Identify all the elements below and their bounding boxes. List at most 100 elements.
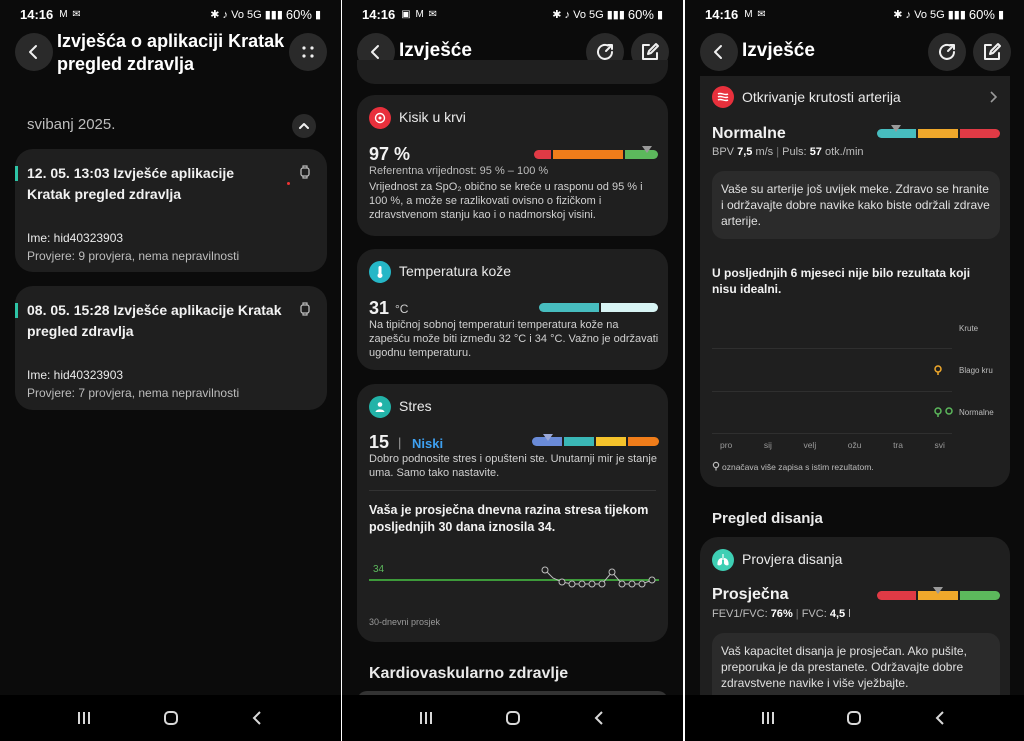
more-options-button[interactable] bbox=[289, 33, 327, 71]
fev-value: 76 bbox=[770, 608, 783, 620]
watch-icon bbox=[300, 302, 310, 316]
phone-screen-reports-list: 14:16 M ✉ ✱ ♪ Vo 5G ▮▮▮ 60% ▮ Izvješća o… bbox=[0, 0, 341, 741]
stress-level: Niski bbox=[412, 436, 444, 451]
more-dots-icon bbox=[302, 46, 314, 58]
fvc-value: 4,5 bbox=[829, 608, 846, 620]
phone-screen-report-detail-2: 14:16 M ✉ ✱ ♪ Vo 5G ▮▮▮ 60% ▮ Izvješće O… bbox=[685, 0, 1024, 741]
system-nav-bar bbox=[342, 695, 683, 741]
report-card[interactable]: 08. 05. 15:28 Izvješće aplikacije Kratak… bbox=[15, 286, 327, 410]
card-title: Otkrivanje krutosti arterija bbox=[742, 89, 901, 105]
recents-icon[interactable] bbox=[76, 710, 92, 726]
x-label: pro bbox=[720, 440, 733, 450]
pulse-label: Puls: bbox=[782, 146, 807, 158]
home-icon[interactable] bbox=[846, 710, 862, 726]
back-nav-icon[interactable] bbox=[592, 710, 608, 726]
bpv-value: 7,5 bbox=[737, 146, 753, 158]
notification-icons: M ✉ bbox=[59, 8, 82, 20]
artery-marker bbox=[891, 125, 901, 132]
stress-trend-chart bbox=[369, 566, 659, 588]
page-title: Izvješće bbox=[742, 40, 815, 61]
breath-advice: Vaš kapacitet disanja je prosječan. Ako … bbox=[721, 644, 967, 690]
page-title: Izvješća o aplikaciji Kratak pregled zdr… bbox=[57, 31, 285, 74]
blood-oxygen-icon bbox=[369, 107, 391, 129]
history-text: U posljednjih 6 mjeseci nije bilo rezult… bbox=[712, 266, 971, 296]
temperature-unit: °C bbox=[395, 302, 409, 316]
chevron-right-icon[interactable] bbox=[989, 91, 997, 103]
y-label-slight: Blago kru bbox=[959, 366, 993, 375]
chart-caption: 30-dnevni prosjek bbox=[369, 617, 441, 627]
section-header: Pregled disanja bbox=[712, 510, 823, 527]
temperature-description: Na tipičnoj sobnoj temperaturi temperatu… bbox=[369, 319, 659, 359]
home-icon[interactable] bbox=[505, 710, 521, 726]
status-bar: 14:16 M ✉ ✱ ♪ Vo 5G ▮▮▮ 60% ▮ bbox=[0, 0, 341, 28]
battery-percent: 60% bbox=[627, 6, 654, 22]
x-label: svi bbox=[934, 440, 945, 450]
bpv-label: BPV bbox=[712, 146, 735, 158]
blood-oxygen-card[interactable]: Kisik u krvi 97 % Referentna vrijednost:… bbox=[357, 95, 668, 236]
breathing-check-card[interactable]: Provjera disanja Prosječna FEV1/FVC: 76%… bbox=[700, 537, 1010, 717]
card-title: Kisik u krvi bbox=[399, 109, 466, 125]
back-button[interactable] bbox=[15, 33, 53, 71]
report-title: 12. 05. 13:03 Izvješće aplikacije Kratak… bbox=[27, 165, 235, 202]
pulse-unit: otk./min bbox=[825, 146, 864, 158]
collapse-button[interactable] bbox=[292, 114, 316, 138]
stress-description: Dobro podnosite stres i opušteni ste. Un… bbox=[369, 453, 657, 479]
notification-icons: M ✉ bbox=[744, 8, 767, 20]
back-nav-icon[interactable] bbox=[250, 710, 266, 726]
watch-icon bbox=[300, 165, 310, 179]
stress-marker bbox=[543, 434, 553, 441]
recents-icon[interactable] bbox=[418, 710, 434, 726]
share-button[interactable] bbox=[928, 33, 966, 71]
divider bbox=[369, 490, 656, 491]
breath-metrics: FEV1/FVC: 76% | FVC: 4,5 l bbox=[712, 608, 851, 620]
status-signal-icons: ✱ ♪ Vo 5G ▮▮▮ bbox=[893, 8, 966, 21]
artery-advice: Vaše su arterije još uvijek meke. Zdravo… bbox=[721, 182, 990, 228]
chevron-left-icon bbox=[714, 45, 722, 59]
pulse-value: 57 bbox=[809, 146, 822, 158]
system-nav-bar bbox=[685, 695, 1024, 741]
card-title: Provjera disanja bbox=[742, 551, 843, 567]
reference-range: Referentna vrijednost: 95 % – 100 % bbox=[369, 165, 549, 177]
status-signal-icons: ✱ ♪ Vo 5G ▮▮▮ bbox=[552, 8, 625, 21]
edit-icon bbox=[984, 43, 1001, 60]
battery-icon: ▮ bbox=[656, 8, 663, 21]
home-icon[interactable] bbox=[163, 710, 179, 726]
back-nav-icon[interactable] bbox=[933, 710, 949, 726]
multi-record-icon bbox=[712, 461, 720, 471]
unread-indicator bbox=[15, 166, 18, 181]
stress-card[interactable]: Stres 15 | Niski Dobro podnosite stres i… bbox=[357, 384, 668, 642]
report-title: 08. 05. 15:28 Izvješće aplikacije Kratak… bbox=[27, 302, 282, 339]
oxygen-value: 97 % bbox=[369, 144, 411, 164]
data-point-slight bbox=[934, 365, 942, 375]
y-label-normal: Normalne bbox=[959, 408, 994, 417]
x-label: tra bbox=[893, 440, 903, 450]
report-name: Ime: hid40323903 bbox=[27, 231, 124, 245]
previous-card bbox=[357, 60, 668, 84]
card-title: Temperatura kože bbox=[399, 263, 512, 279]
breath-marker bbox=[933, 587, 943, 594]
recents-icon[interactable] bbox=[760, 710, 776, 726]
edit-icon bbox=[642, 43, 659, 60]
share-icon bbox=[597, 43, 613, 60]
report-checks: Provjere: 7 provjera, nema nepravilnosti bbox=[27, 386, 240, 400]
fev-unit: % bbox=[782, 608, 793, 620]
advice-box: Vaše su arterije još uvijek meke. Zdravo… bbox=[712, 171, 1000, 239]
status-signal-icons: ✱ ♪ Vo 5G ▮▮▮ bbox=[210, 8, 283, 21]
battery-icon: ▮ bbox=[314, 8, 321, 21]
unread-indicator bbox=[15, 303, 18, 318]
report-card[interactable]: 12. 05. 13:03 Izvješće aplikacije Kratak… bbox=[15, 149, 327, 272]
artery-icon bbox=[712, 86, 734, 108]
battery-percent: 60% bbox=[968, 6, 995, 22]
battery-icon: ▮ bbox=[997, 8, 1004, 21]
data-points-normal bbox=[934, 407, 953, 417]
stress-value: 15 bbox=[369, 432, 390, 452]
arterial-stiffness-card[interactable]: Otkrivanje krutosti arterija Normalne BP… bbox=[700, 76, 1010, 487]
report-checks: Provjere: 9 provjera, nema nepravilnosti bbox=[27, 249, 240, 263]
x-label: sij bbox=[763, 440, 772, 450]
oxygen-range-bar bbox=[534, 150, 658, 159]
status-bar: 14:16 ▣ M ✉ ✱ ♪ Vo 5G ▮▮▮ 60% ▮ bbox=[342, 0, 683, 28]
skin-temperature-card[interactable]: Temperatura kože 31 °C Na tipičnoj sobno… bbox=[357, 249, 668, 370]
back-button[interactable] bbox=[700, 33, 738, 71]
edit-button[interactable] bbox=[973, 33, 1011, 71]
section-header: Kardiovaskularno zdravlje bbox=[369, 665, 569, 682]
